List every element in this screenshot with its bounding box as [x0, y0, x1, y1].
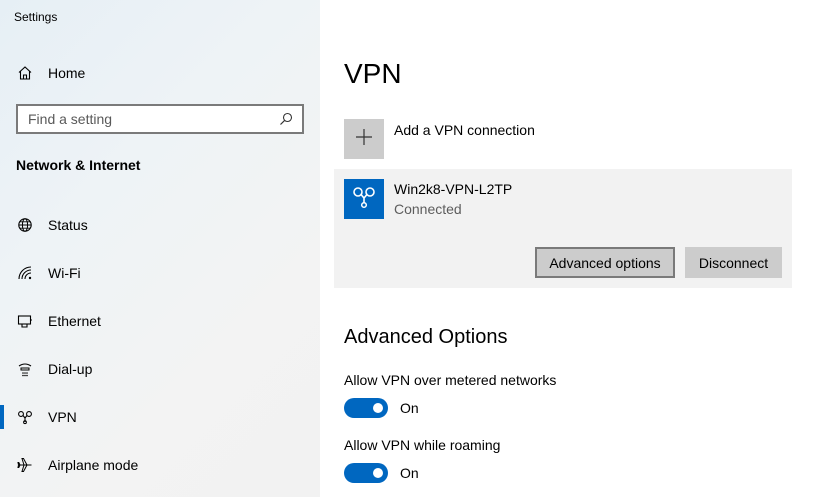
search-icon[interactable] [278, 111, 294, 127]
sidebar-item-vpn[interactable]: VPN [0, 393, 320, 441]
sidebar-item-airplane-mode[interactable]: Airplane mode [0, 441, 320, 489]
ethernet-icon [16, 312, 34, 330]
sidebar-item-ethernet[interactable]: Ethernet [0, 297, 320, 345]
vpn-icon [16, 408, 34, 426]
vpn-connection-card[interactable]: Win2k8-VPN-L2TP Connected Advanced optio… [334, 169, 792, 288]
roaming-state: On [400, 465, 419, 481]
metered-networks-state: On [400, 400, 419, 416]
sidebar-item-wifi[interactable]: Wi-Fi [0, 249, 320, 297]
add-vpn-tile[interactable] [344, 119, 384, 159]
dialup-icon [16, 360, 34, 378]
section-title: Network & Internet [16, 157, 141, 173]
metered-networks-label: Allow VPN over metered networks [344, 372, 557, 388]
wifi-icon [16, 264, 34, 282]
main-content: VPN Add a VPN connection Win2k8-VPN-L2TP… [320, 0, 832, 497]
sidebar-nav: Status Wi-Fi Ethernet Dial-up VPN Airpla… [0, 201, 320, 489]
toggle-knob [373, 468, 383, 478]
app-title: Settings [14, 10, 58, 24]
home-icon [16, 64, 34, 82]
sidebar-item-label: VPN [48, 409, 77, 425]
metered-networks-toggle-row: On [344, 398, 419, 418]
sidebar-item-label: Status [48, 217, 88, 233]
vpn-icon [351, 184, 377, 215]
vpn-connection-name: Win2k8-VPN-L2TP [394, 181, 513, 197]
add-vpn-label[interactable]: Add a VPN connection [394, 122, 535, 138]
toggle-knob [373, 403, 383, 413]
search-input[interactable] [28, 111, 278, 127]
sidebar-item-status[interactable]: Status [0, 201, 320, 249]
roaming-toggle[interactable] [344, 463, 388, 483]
metered-networks-toggle[interactable] [344, 398, 388, 418]
search-box[interactable] [16, 104, 304, 134]
sidebar-item-label: Ethernet [48, 313, 101, 329]
vpn-connection-tile [344, 179, 384, 219]
vpn-connection-status: Connected [394, 201, 462, 217]
roaming-label: Allow VPN while roaming [344, 437, 501, 453]
sidebar-item-label: Airplane mode [48, 457, 139, 473]
sidebar-item-label: Wi-Fi [48, 265, 81, 281]
add-vpn-connection[interactable]: Add a VPN connection [344, 119, 535, 159]
airplane-icon [16, 456, 34, 474]
sidebar-item-dialup[interactable]: Dial-up [0, 345, 320, 393]
page-title: VPN [344, 58, 402, 89]
sidebar-home[interactable]: Home [16, 62, 85, 84]
advanced-options-button[interactable]: Advanced options [535, 247, 675, 278]
sidebar-item-label: Dial-up [48, 361, 93, 377]
sidebar: Settings Home Network & Internet Status … [0, 0, 320, 497]
plus-icon [354, 127, 374, 152]
roaming-toggle-row: On [344, 463, 419, 483]
disconnect-button[interactable]: Disconnect [685, 247, 782, 278]
globe-icon [16, 216, 34, 234]
home-label: Home [48, 65, 86, 81]
advanced-options-heading: Advanced Options [344, 326, 508, 348]
